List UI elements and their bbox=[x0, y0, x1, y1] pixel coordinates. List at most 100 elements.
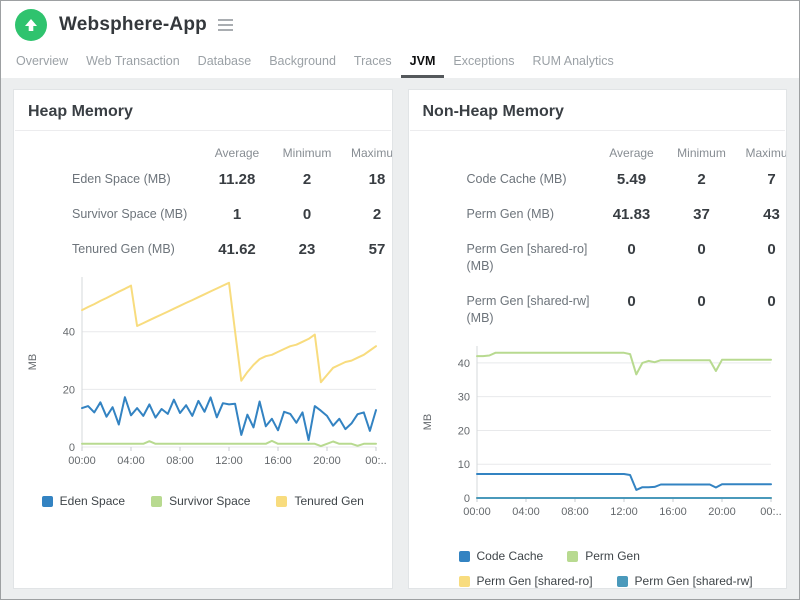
divider bbox=[15, 130, 391, 131]
value-average: 0 bbox=[627, 293, 636, 310]
heap-memory-chart: 0 20 40 00:00 04:00 08:00 12:00 16:00 20:00 00:..… bbox=[24, 271, 392, 482]
perm-gen-shared-ro-swatch-icon bbox=[458, 575, 470, 587]
non-heap-memory-panel: Non-Heap Memory Average Minimum Maximum … bbox=[407, 89, 787, 589]
svg-text:16:00: 16:00 bbox=[659, 506, 687, 518]
app-header: Websphere-App bbox=[1, 1, 799, 48]
app-status-up-icon bbox=[15, 8, 47, 41]
legend-item-survivor-space[interactable]: Survivor Space bbox=[151, 494, 250, 508]
legend-item-perm-gen[interactable]: Perm Gen bbox=[567, 549, 640, 563]
svg-text:10: 10 bbox=[457, 459, 469, 471]
legend-label: Tenured Gen bbox=[294, 494, 364, 508]
value-minimum: 23 bbox=[298, 241, 316, 258]
tab-web-transaction[interactable]: Web Transaction bbox=[77, 48, 189, 78]
table-row-tenured-gen: Tenured Gen (MB) 41.62 23 57 bbox=[14, 232, 392, 267]
legend-item-eden-space[interactable]: Eden Space bbox=[41, 494, 125, 508]
divider bbox=[409, 130, 785, 131]
tab-background[interactable]: Background bbox=[260, 48, 345, 78]
table-row-perm-gen: Perm Gen (MB) 41.83 37 43 bbox=[409, 197, 787, 232]
value-minimum: 37 bbox=[693, 206, 710, 223]
panel-title: Heap Memory bbox=[28, 103, 133, 120]
heap-chart-legend: Eden Space Survivor Space Tenured Gen bbox=[14, 494, 392, 508]
legend-item-perm-gen-shared-rw[interactable]: Perm Gen [shared-rw] bbox=[616, 574, 753, 588]
row-label: Perm Gen [shared-rw] (MB) bbox=[466, 294, 590, 325]
svg-text:04:00: 04:00 bbox=[117, 455, 145, 467]
column-header-minimum: Minimum bbox=[677, 146, 726, 160]
svg-text:20: 20 bbox=[63, 384, 75, 396]
row-label: Tenured Gen (MB) bbox=[72, 242, 175, 256]
value-minimum: 2 bbox=[302, 171, 312, 188]
svg-text:20:00: 20:00 bbox=[708, 506, 736, 518]
table-row-eden-space: Eden Space (MB) 11.28 2 18 bbox=[14, 162, 392, 197]
value-maximum: 0 bbox=[767, 293, 776, 310]
app-window: Websphere-App Overview Web Transaction D… bbox=[0, 0, 800, 600]
non-heap-stats-table: Average Minimum Maximum Code Cache (MB) … bbox=[409, 138, 787, 336]
non-heap-chart-legend: Code Cache Perm Gen Perm Gen [shared-ro]… bbox=[458, 549, 787, 588]
tab-exceptions[interactable]: Exceptions bbox=[444, 48, 523, 78]
app-title: Websphere-App bbox=[59, 13, 207, 35]
tab-database[interactable]: Database bbox=[189, 48, 261, 78]
value-average: 0 bbox=[627, 241, 636, 258]
table-row-perm-gen-shared-rw: Perm Gen [shared-rw] (MB) 0 0 0 bbox=[409, 284, 787, 336]
column-header-minimum: Minimum bbox=[282, 146, 332, 160]
legend-label: Survivor Space bbox=[169, 494, 251, 508]
table-row-code-cache: Code Cache (MB) 5.49 2 7 bbox=[409, 162, 787, 197]
table-row-perm-gen-shared-ro: Perm Gen [shared-ro] (MB) 0 0 0 bbox=[409, 232, 787, 284]
svg-text:16:00: 16:00 bbox=[264, 455, 292, 467]
heap-stats-table: Average Minimum Maximum Eden Space (MB) … bbox=[14, 138, 392, 267]
legend-item-perm-gen-shared-ro[interactable]: Perm Gen [shared-ro] bbox=[458, 574, 593, 588]
column-header-average: Average bbox=[609, 146, 654, 160]
column-header-average: Average bbox=[214, 146, 260, 160]
svg-text:08:00: 08:00 bbox=[166, 455, 194, 467]
svg-text:30: 30 bbox=[457, 392, 469, 404]
non-heap-memory-chart: 0 10 20 30 40 00:00 04:00 08:00 12:00 16:00 20:00 0… bbox=[419, 340, 787, 533]
value-average: 11.28 bbox=[218, 171, 256, 188]
svg-text:12:00: 12:00 bbox=[215, 455, 243, 467]
value-average: 1 bbox=[232, 206, 242, 223]
legend-item-code-cache[interactable]: Code Cache bbox=[458, 549, 544, 563]
value-maximum: 18 bbox=[368, 171, 386, 188]
tab-overview[interactable]: Overview bbox=[7, 48, 77, 78]
svg-text:00:00: 00:00 bbox=[68, 455, 96, 467]
tab-rum-analytics[interactable]: RUM Analytics bbox=[524, 48, 623, 78]
survivor-space-swatch-icon bbox=[151, 495, 163, 507]
row-label: Perm Gen (MB) bbox=[466, 207, 555, 221]
tab-traces[interactable]: Traces bbox=[345, 48, 401, 78]
perm-gen-swatch-icon bbox=[567, 550, 579, 562]
value-maximum: 57 bbox=[368, 241, 386, 258]
value-maximum: 43 bbox=[763, 206, 780, 223]
tenured-gen-swatch-icon bbox=[276, 495, 288, 507]
svg-text:MB: MB bbox=[422, 414, 434, 431]
svg-text:00:..: 00:.. bbox=[760, 506, 781, 518]
legend-label: Perm Gen [shared-ro] bbox=[476, 574, 593, 588]
svg-text:MB: MB bbox=[27, 354, 39, 371]
heap-memory-panel: Heap Memory Average Minimum Maximum Eden… bbox=[13, 89, 393, 589]
legend-label: Code Cache bbox=[476, 549, 544, 563]
row-label: Survivor Space (MB) bbox=[72, 207, 188, 221]
dashboard-content: Heap Memory Average Minimum Maximum Eden… bbox=[1, 78, 799, 599]
row-label: Code Cache (MB) bbox=[466, 172, 567, 186]
value-average: 5.49 bbox=[616, 171, 647, 188]
svg-text:40: 40 bbox=[63, 327, 75, 339]
svg-text:20:00: 20:00 bbox=[313, 455, 341, 467]
tab-bar: Overview Web Transaction Database Backgr… bbox=[1, 48, 799, 78]
perm-gen-shared-rw-swatch-icon bbox=[616, 575, 628, 587]
row-label: Perm Gen [shared-ro] (MB) bbox=[466, 242, 588, 273]
value-average: 41.83 bbox=[612, 206, 651, 223]
svg-text:40: 40 bbox=[457, 358, 469, 370]
svg-text:20: 20 bbox=[457, 425, 469, 437]
panel-title: Non-Heap Memory bbox=[422, 103, 564, 120]
value-minimum: 0 bbox=[697, 241, 706, 258]
svg-text:0: 0 bbox=[69, 442, 75, 454]
legend-item-tenured-gen[interactable]: Tenured Gen bbox=[276, 494, 364, 508]
table-header-row: Average Minimum Maximum bbox=[409, 138, 786, 162]
non-heap-memory-line-chart: 0 10 20 30 40 00:00 04:00 08:00 12:00 16:00 20:00 0… bbox=[422, 346, 781, 518]
tab-jvm[interactable]: JVM bbox=[400, 48, 445, 78]
value-maximum: 7 bbox=[767, 171, 776, 188]
value-minimum: 0 bbox=[697, 293, 706, 310]
code-cache-swatch-icon bbox=[458, 550, 470, 562]
hamburger-menu-icon[interactable] bbox=[217, 16, 233, 34]
table-header-row: Average Minimum Maximum bbox=[14, 138, 392, 162]
value-average: 41.62 bbox=[218, 241, 256, 258]
svg-text:00:00: 00:00 bbox=[463, 506, 491, 518]
eden-space-swatch-icon bbox=[41, 495, 53, 507]
